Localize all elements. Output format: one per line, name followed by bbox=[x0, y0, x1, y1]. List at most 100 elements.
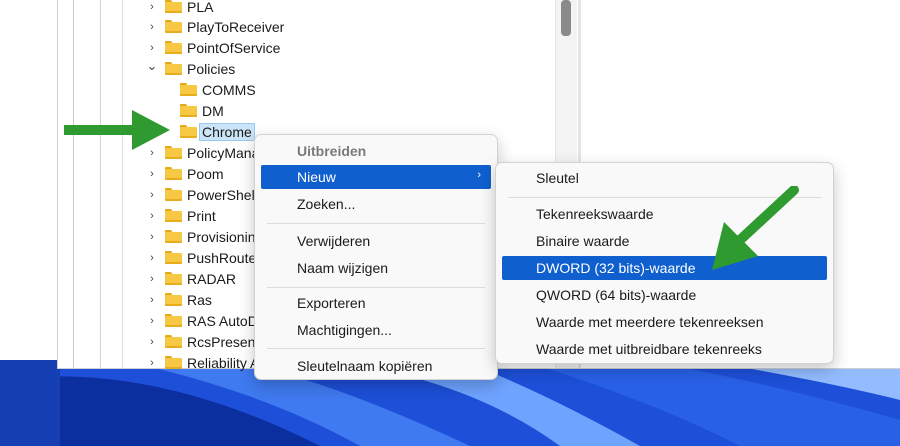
chevron-right-icon[interactable]: › bbox=[145, 314, 159, 328]
tree-item-label: PushRoute bbox=[187, 249, 257, 266]
tree-item-label: Chrome bbox=[199, 122, 255, 141]
tree-item-label: Poom bbox=[187, 165, 224, 182]
tree-item-label: DM bbox=[202, 102, 224, 119]
chevron-right-icon[interactable]: › bbox=[145, 188, 159, 202]
tree-guide-line bbox=[100, 0, 101, 368]
menu-item-sleutelnaam-kopieren[interactable]: Sleutelnaam kopiëren bbox=[261, 354, 491, 378]
tree-item[interactable]: › Ras bbox=[145, 289, 212, 310]
tree-item[interactable]: › Provisionin bbox=[145, 226, 255, 247]
tree-item[interactable]: › Reliability A bbox=[145, 352, 259, 373]
tree-item-selected[interactable]: Chrome bbox=[180, 121, 255, 142]
menu-item-machtigingen[interactable]: Machtigingen... bbox=[261, 318, 491, 342]
tree-item-label: RcsPresen bbox=[187, 333, 256, 350]
tree-guide-line bbox=[122, 0, 123, 368]
menu-separator bbox=[267, 348, 485, 349]
chevron-right-icon[interactable]: › bbox=[145, 251, 159, 265]
menu-item-label: Nieuw bbox=[297, 169, 336, 185]
tree-item[interactable]: › Poom bbox=[145, 163, 224, 184]
folder-icon bbox=[165, 41, 182, 54]
menu-item-verwijderen[interactable]: Verwijderen bbox=[261, 229, 491, 253]
menu-item-naam-wijzigen[interactable]: Naam wijzigen bbox=[261, 256, 491, 280]
menu-item-label: Tekenreekswaarde bbox=[536, 206, 654, 222]
menu-item-label: Sleutel bbox=[536, 170, 579, 186]
tree-item[interactable]: › Print bbox=[145, 205, 216, 226]
folder-icon bbox=[165, 251, 182, 264]
folder-icon bbox=[165, 314, 182, 327]
folder-icon bbox=[165, 230, 182, 243]
green-arrow-down-left-icon bbox=[712, 186, 799, 270]
folder-icon bbox=[165, 20, 182, 33]
chevron-right-icon[interactable]: › bbox=[145, 167, 159, 181]
folder-icon bbox=[165, 188, 182, 201]
menu-separator bbox=[267, 287, 485, 288]
menu-item-label: Uitbreiden bbox=[297, 143, 367, 159]
menu-item-label: Exporteren bbox=[297, 295, 366, 311]
menu-item-label: Machtigingen... bbox=[297, 322, 392, 338]
chevron-down-icon[interactable]: ⌄ bbox=[145, 58, 159, 73]
tree-item[interactable]: › PointOfService bbox=[145, 37, 280, 58]
chevron-right-icon[interactable]: › bbox=[145, 20, 159, 34]
tree-item[interactable]: › RADAR bbox=[145, 268, 236, 289]
folder-icon bbox=[165, 335, 182, 348]
menu-item-uitbreiden[interactable]: Uitbreiden bbox=[261, 139, 491, 163]
menu-item-label: Zoeken... bbox=[297, 196, 356, 212]
tree-item-label: Ras bbox=[187, 291, 212, 308]
menu-item-label: Naam wijzigen bbox=[297, 260, 389, 276]
tree-item-label: PolicyMana bbox=[187, 144, 260, 161]
menu-item-label: Verwijderen bbox=[297, 233, 371, 249]
tree-item[interactable]: ⌄ Policies bbox=[145, 58, 236, 79]
chevron-right-icon: › bbox=[477, 169, 481, 181]
folder-icon bbox=[165, 356, 182, 369]
chevron-right-icon[interactable]: › bbox=[145, 356, 159, 370]
folder-icon bbox=[180, 104, 197, 117]
menu-separator bbox=[267, 223, 485, 224]
menu-item-label: Waarde met meerdere tekenreeksen bbox=[536, 314, 764, 330]
folder-icon bbox=[165, 293, 182, 306]
chevron-right-icon[interactable]: › bbox=[145, 272, 159, 286]
tree-item[interactable]: › PLA bbox=[145, 0, 213, 17]
green-arrow-right-icon bbox=[64, 110, 170, 150]
tree-item-label: Print bbox=[187, 207, 216, 224]
chevron-right-icon[interactable]: › bbox=[145, 335, 159, 349]
tree-item[interactable]: › PlayToReceiver bbox=[145, 16, 284, 37]
tree-item-label: Provisionin bbox=[187, 228, 256, 245]
menu-item-nieuw[interactable]: Nieuw › bbox=[261, 165, 491, 189]
folder-icon bbox=[180, 83, 197, 96]
chevron-right-icon[interactable]: › bbox=[145, 230, 159, 244]
menu-item-zoeken[interactable]: Zoeken... bbox=[261, 192, 491, 216]
tree-item[interactable]: › RcsPresen bbox=[145, 331, 255, 352]
tree-item-label: COMMS bbox=[202, 81, 256, 98]
scrollbar-thumb[interactable] bbox=[561, 0, 571, 36]
menu-item-label: DWORD (32 bits)-waarde bbox=[536, 260, 696, 276]
tree-item[interactable]: › PowerShell bbox=[145, 184, 258, 205]
submenu-item-uitbreidbare-tekenreeks[interactable]: Waarde met uitbreidbare tekenreeks bbox=[502, 337, 827, 361]
menu-item-label: Binaire waarde bbox=[536, 233, 630, 249]
folder-icon bbox=[165, 62, 182, 75]
folder-icon bbox=[180, 125, 197, 138]
chevron-right-icon[interactable]: › bbox=[145, 0, 159, 14]
tree-item-label: PlayToReceiver bbox=[187, 18, 285, 35]
tree-item[interactable]: DM bbox=[180, 100, 224, 121]
tree-item[interactable]: COMMS bbox=[180, 79, 256, 100]
submenu-item-qword[interactable]: QWORD (64 bits)-waarde bbox=[502, 283, 827, 307]
tree-item[interactable]: › PushRoute bbox=[145, 247, 256, 268]
folder-icon bbox=[165, 167, 182, 180]
chevron-right-icon[interactable]: › bbox=[145, 293, 159, 307]
folder-icon bbox=[165, 0, 182, 13]
tree-item[interactable]: › RAS AutoD bbox=[145, 310, 258, 331]
tree-guide-line bbox=[73, 0, 74, 368]
menu-item-label: Sleutelnaam kopiëren bbox=[297, 358, 433, 374]
tree-item-label: PLA bbox=[187, 0, 214, 15]
submenu-item-meerdere-tekenreeksen[interactable]: Waarde met meerdere tekenreeksen bbox=[502, 310, 827, 334]
chevron-right-icon[interactable]: › bbox=[145, 41, 159, 55]
menu-item-exporteren[interactable]: Exporteren bbox=[261, 291, 491, 315]
tree-item-label: PowerShell bbox=[187, 186, 258, 203]
tree-item-label: RAS AutoD bbox=[187, 312, 258, 329]
tree-item-label: Reliability A bbox=[187, 354, 260, 371]
chevron-right-icon[interactable]: › bbox=[145, 209, 159, 223]
folder-icon bbox=[165, 272, 182, 285]
menu-item-label: QWORD (64 bits)-waarde bbox=[536, 287, 697, 303]
folder-icon bbox=[165, 209, 182, 222]
tree-item-label: PointOfService bbox=[187, 39, 281, 56]
context-menu: Uitbreiden Nieuw › Zoeken... Verwijderen… bbox=[254, 134, 498, 380]
